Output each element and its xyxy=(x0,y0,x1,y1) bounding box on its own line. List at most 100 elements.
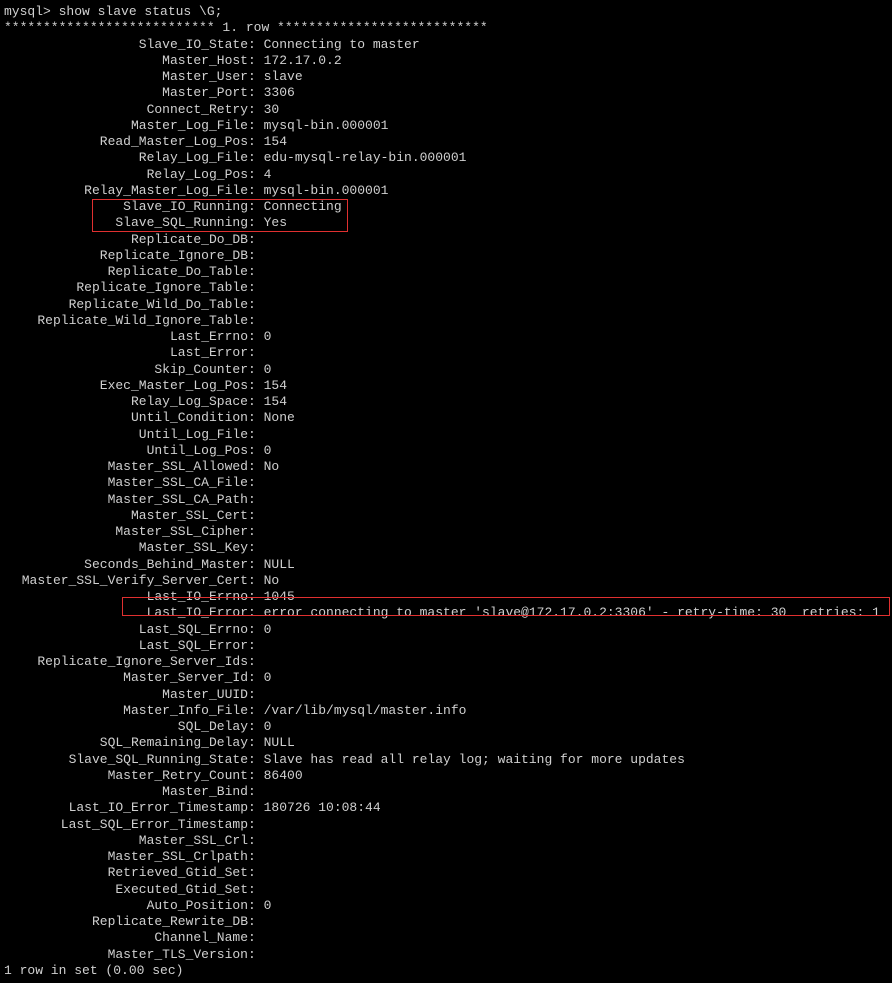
status-key: Replicate_Do_DB xyxy=(4,232,248,248)
status-value: None xyxy=(264,410,295,426)
status-key: Master_Server_Id xyxy=(4,670,248,686)
status-key: Connect_Retry xyxy=(4,102,248,118)
status-sep: : xyxy=(248,167,264,183)
status-row-last-io-error-timestamp: Last_IO_Error_Timestamp:180726 10:08:44 xyxy=(4,800,888,816)
status-row-master-ssl-ca-file: Master_SSL_CA_File: xyxy=(4,475,888,491)
status-sep: : xyxy=(248,573,264,589)
status-row-skip-counter: Skip_Counter:0 xyxy=(4,362,888,378)
status-sep: : xyxy=(248,849,264,865)
status-key: Until_Condition xyxy=(4,410,248,426)
status-value: No xyxy=(264,573,280,589)
status-row-master-ssl-cert: Master_SSL_Cert: xyxy=(4,508,888,524)
status-sep: : xyxy=(248,378,264,394)
status-row-master-uuid: Master_UUID: xyxy=(4,687,888,703)
status-row-master-info-file: Master_Info_File:/var/lib/mysql/master.i… xyxy=(4,703,888,719)
status-row-replicate-wild-do-table: Replicate_Wild_Do_Table: xyxy=(4,297,888,313)
status-key: Relay_Master_Log_File xyxy=(4,183,248,199)
status-key: Master_Host xyxy=(4,53,248,69)
status-key: Until_Log_File xyxy=(4,427,248,443)
status-key: SQL_Remaining_Delay xyxy=(4,735,248,751)
status-key: Replicate_Wild_Do_Table xyxy=(4,297,248,313)
status-row-master-log-file: Master_Log_File:mysql-bin.000001 xyxy=(4,118,888,134)
status-value: 0 xyxy=(264,898,272,914)
status-key: Slave_IO_State xyxy=(4,37,248,53)
status-sep: : xyxy=(248,69,264,85)
status-row-slave-io-state: Slave_IO_State:Connecting to master xyxy=(4,37,888,53)
status-key: Replicate_Rewrite_DB xyxy=(4,914,248,930)
status-sep: : xyxy=(248,410,264,426)
status-sep: : xyxy=(248,882,264,898)
status-value: error connecting to master 'slave@172.17… xyxy=(264,605,880,621)
status-value: 0 xyxy=(264,443,272,459)
status-value: 154 xyxy=(264,134,287,150)
status-key: Skip_Counter xyxy=(4,362,248,378)
status-sep: : xyxy=(248,687,264,703)
status-key: Last_Error xyxy=(4,345,248,361)
status-sep: : xyxy=(248,605,264,621)
status-key: Master_Port xyxy=(4,85,248,101)
status-row-master-port: Master_Port:3306 xyxy=(4,85,888,101)
status-key: Replicate_Ignore_Server_Ids xyxy=(4,654,248,670)
status-key: Master_SSL_CA_Path xyxy=(4,492,248,508)
status-sep: : xyxy=(248,427,264,443)
status-row-slave-sql-running-state: Slave_SQL_Running_State:Slave has read a… xyxy=(4,752,888,768)
status-row-until-log-file: Until_Log_File: xyxy=(4,427,888,443)
status-key: Seconds_Behind_Master xyxy=(4,557,248,573)
status-sep: : xyxy=(248,817,264,833)
status-key: Last_Errno xyxy=(4,329,248,345)
status-sep: : xyxy=(248,947,264,963)
status-value: Slave has read all relay log; waiting fo… xyxy=(264,752,685,768)
status-value: 86400 xyxy=(264,768,303,784)
status-value: 4 xyxy=(264,167,272,183)
status-sep: : xyxy=(248,443,264,459)
status-row-last-sql-error: Last_SQL_Error: xyxy=(4,638,888,654)
status-sep: : xyxy=(248,199,264,215)
status-row-replicate-ignore-server-ids: Replicate_Ignore_Server_Ids: xyxy=(4,654,888,670)
status-sep: : xyxy=(248,622,264,638)
status-sep: : xyxy=(248,313,264,329)
status-row-master-ssl-verify-server-cert: Master_SSL_Verify_Server_Cert:No xyxy=(4,573,888,589)
status-key: Slave_SQL_Running xyxy=(4,215,248,231)
status-row-last-errno: Last_Errno:0 xyxy=(4,329,888,345)
status-key: Master_SSL_Key xyxy=(4,540,248,556)
status-value: 180726 10:08:44 xyxy=(264,800,381,816)
status-row-seconds-behind-master: Seconds_Behind_Master:NULL xyxy=(4,557,888,573)
status-key: Read_Master_Log_Pos xyxy=(4,134,248,150)
status-row-retrieved-gtid-set: Retrieved_Gtid_Set: xyxy=(4,865,888,881)
status-row-last-sql-errno: Last_SQL_Errno:0 xyxy=(4,622,888,638)
status-key: Exec_Master_Log_Pos xyxy=(4,378,248,394)
status-value: mysql-bin.000001 xyxy=(264,118,389,134)
status-sep: : xyxy=(248,37,264,53)
status-row-slave-sql-running: Slave_SQL_Running:Yes xyxy=(4,215,888,231)
status-value: 0 xyxy=(264,329,272,345)
status-row-executed-gtid-set: Executed_Gtid_Set: xyxy=(4,882,888,898)
status-sep: : xyxy=(248,248,264,264)
status-value: 0 xyxy=(264,670,272,686)
status-sep: : xyxy=(248,232,264,248)
status-row-master-host: Master_Host:172.17.0.2 xyxy=(4,53,888,69)
status-row-replicate-ignore-table: Replicate_Ignore_Table: xyxy=(4,280,888,296)
status-sep: : xyxy=(248,459,264,475)
status-sep: : xyxy=(248,508,264,524)
status-value: 154 xyxy=(264,378,287,394)
status-row-relay-log-file: Relay_Log_File:edu-mysql-relay-bin.00000… xyxy=(4,150,888,166)
status-sep: : xyxy=(248,914,264,930)
status-row-relay-log-space: Relay_Log_Space:154 xyxy=(4,394,888,410)
status-key: Until_Log_Pos xyxy=(4,443,248,459)
status-row-master-ssl-allowed: Master_SSL_Allowed:No xyxy=(4,459,888,475)
result-trailer: 1 row in set (0.00 sec) xyxy=(4,963,888,979)
status-sep: : xyxy=(248,540,264,556)
status-key: Master_SSL_CA_File xyxy=(4,475,248,491)
status-value: 0 xyxy=(264,719,272,735)
status-row-master-server-id: Master_Server_Id:0 xyxy=(4,670,888,686)
status-sep: : xyxy=(248,898,264,914)
status-row-exec-master-log-pos: Exec_Master_Log_Pos:154 xyxy=(4,378,888,394)
status-row-master-tls-version: Master_TLS_Version: xyxy=(4,947,888,963)
status-value: mysql-bin.000001 xyxy=(264,183,389,199)
status-row-master-ssl-key: Master_SSL_Key: xyxy=(4,540,888,556)
status-sep: : xyxy=(248,703,264,719)
status-sep: : xyxy=(248,280,264,296)
status-row-last-sql-error-timestamp: Last_SQL_Error_Timestamp: xyxy=(4,817,888,833)
status-row-replicate-rewrite-db: Replicate_Rewrite_DB: xyxy=(4,914,888,930)
status-row-channel-name: Channel_Name: xyxy=(4,930,888,946)
